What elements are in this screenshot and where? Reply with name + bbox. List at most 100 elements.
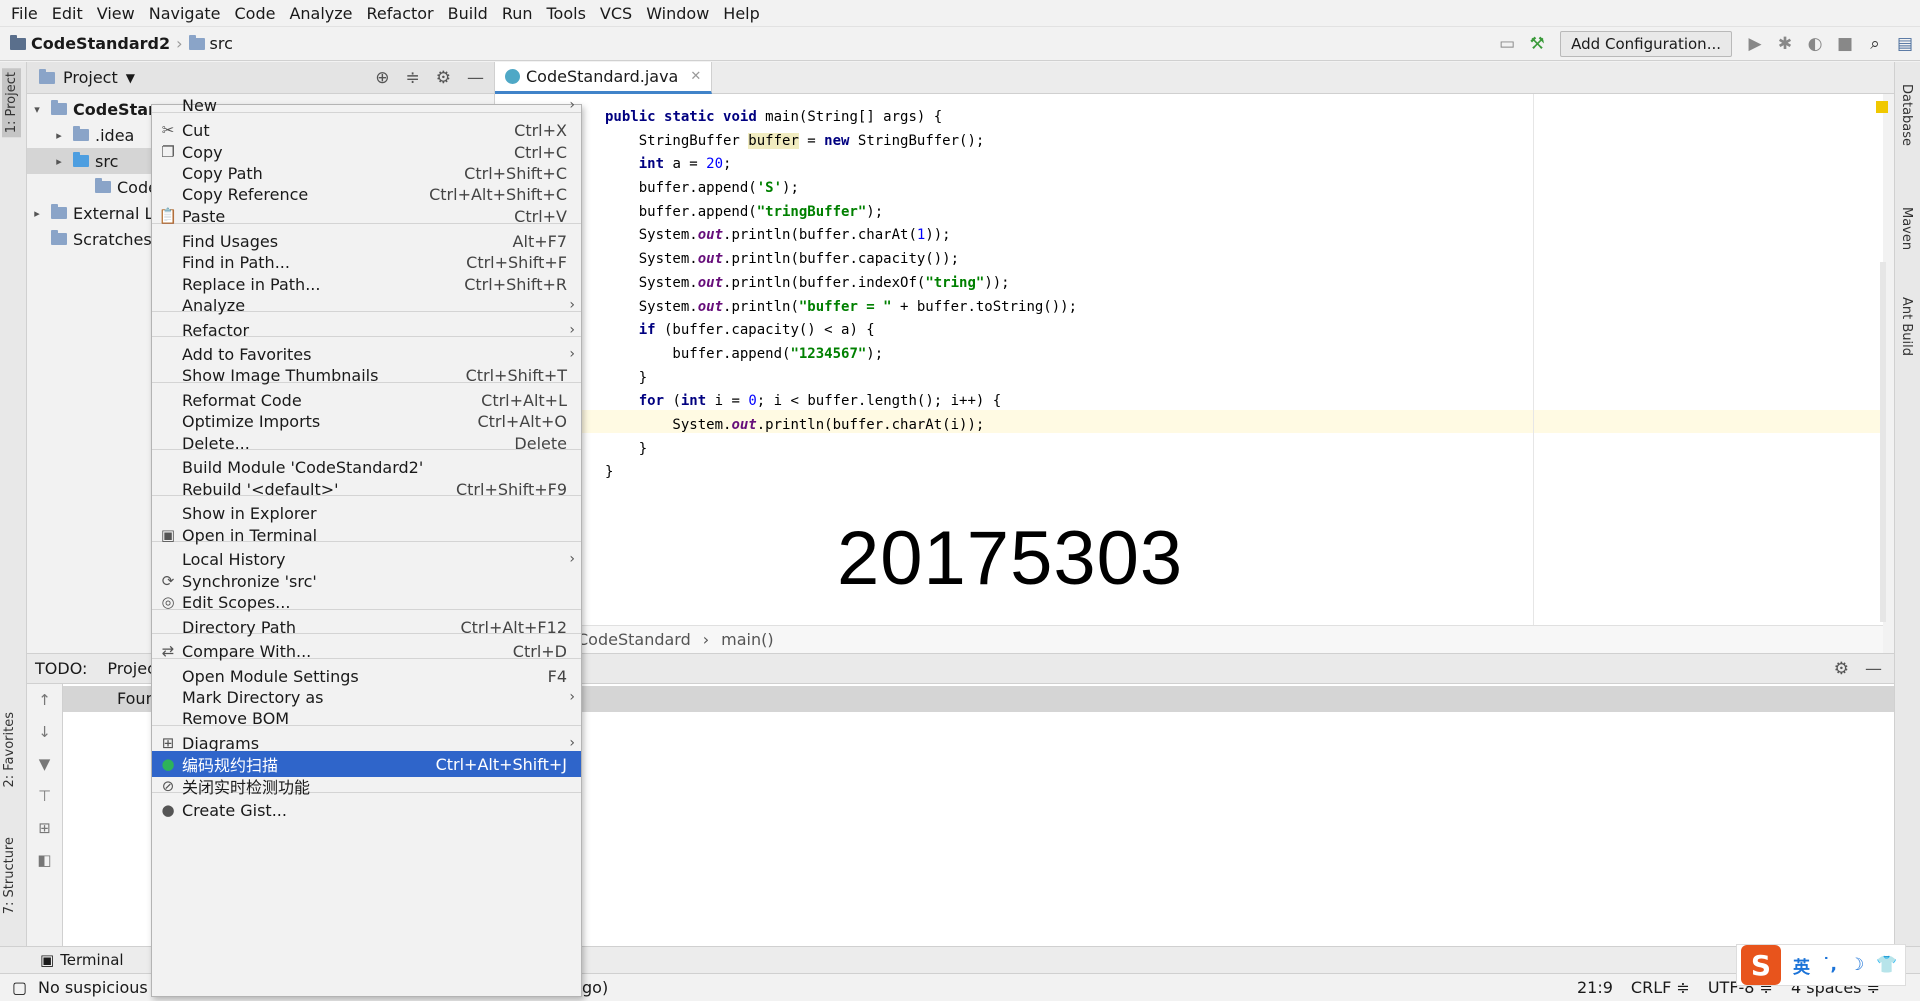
- context-menu-item[interactable]: Directory Path Ctrl+Alt+F12: [152, 614, 581, 640]
- minimize-icon[interactable]: —: [467, 68, 484, 88]
- code-line[interactable]: System.out.println(buffer.capacity());: [605, 248, 1077, 272]
- collapse-all-icon[interactable]: ≑: [406, 68, 420, 88]
- stop-icon[interactable]: ■: [1830, 29, 1860, 59]
- chevron-right-icon[interactable]: ▸: [29, 207, 45, 220]
- code-line[interactable]: StringBuffer buffer = new StringBuffer()…: [605, 130, 1077, 154]
- context-menu-item[interactable]: Delete... Delete: [152, 430, 581, 456]
- menu-build[interactable]: Build: [441, 0, 495, 27]
- menu-tools[interactable]: Tools: [540, 0, 593, 27]
- chevron-down-icon[interactable]: ▼: [126, 71, 135, 85]
- layout-icon[interactable]: ▭: [1492, 29, 1522, 59]
- tab-favorites-tool[interactable]: 2: Favorites: [2, 712, 17, 788]
- gear-icon[interactable]: ⚙: [1834, 659, 1849, 679]
- menu-run[interactable]: Run: [495, 0, 540, 27]
- search-icon[interactable]: ⌕: [1860, 29, 1890, 59]
- coverage-icon[interactable]: ◐: [1800, 29, 1830, 59]
- context-menu-item[interactable]: ◎ Edit Scopes...: [152, 589, 581, 615]
- menu-view[interactable]: View: [90, 0, 142, 27]
- shirt-icon[interactable]: 👕: [1876, 955, 1897, 975]
- code-content[interactable]: public static void main(String[] args) {…: [605, 106, 1077, 485]
- code-line[interactable]: public static void main(String[] args) {: [605, 106, 1077, 130]
- menu-refactor[interactable]: Refactor: [360, 0, 441, 27]
- breadcrumb-project[interactable]: CodeStandard2: [31, 34, 170, 53]
- sogou-logo-icon[interactable]: S: [1741, 945, 1781, 985]
- code-line[interactable]: System.out.println(buffer.charAt(1));: [605, 224, 1077, 248]
- tab-database-tool[interactable]: Database: [1899, 84, 1914, 146]
- line-separator[interactable]: CRLF ≑: [1631, 978, 1690, 997]
- project-structure-icon[interactable]: ▤: [1890, 29, 1920, 59]
- filter-icon[interactable]: ▼: [27, 748, 62, 780]
- inspection-status-icon[interactable]: [1876, 101, 1888, 113]
- tab-structure-tool[interactable]: 7: Structure: [2, 837, 17, 914]
- preview-icon[interactable]: ◧: [27, 844, 62, 876]
- code-line[interactable]: System.out.println(buffer.indexOf("tring…: [605, 272, 1077, 296]
- context-menu-item[interactable]: ● Create Gist...: [152, 797, 581, 823]
- moon-icon[interactable]: ☽: [1849, 955, 1864, 975]
- tab-project-tool[interactable]: 1: Project: [2, 68, 21, 138]
- tab-todo-project[interactable]: Projec: [87, 659, 155, 678]
- add-configuration-button[interactable]: Add Configuration...: [1560, 31, 1732, 57]
- context-menu-item[interactable]: Refactor ›: [152, 317, 581, 343]
- punctuation-icon[interactable]: ˙,: [1822, 955, 1837, 975]
- menu-item-icon: ●: [161, 801, 175, 819]
- caret-position[interactable]: 21:9: [1577, 978, 1613, 997]
- project-view-selector[interactable]: Project: [63, 68, 118, 87]
- menu-edit[interactable]: Edit: [45, 0, 90, 27]
- context-menu-item[interactable]: ⊘ 关闭实时检测功能: [152, 773, 581, 799]
- breadcrumb-src[interactable]: src: [210, 34, 233, 53]
- code-line[interactable]: }: [605, 367, 1077, 391]
- menu-item-icon: ⊘: [161, 777, 175, 795]
- context-menu-item[interactable]: ⇄ Compare With... Ctrl+D: [152, 638, 581, 664]
- context-menu-item[interactable]: ▣ Open in Terminal: [152, 522, 581, 548]
- menu-help[interactable]: Help: [716, 0, 766, 27]
- tab-maven-tool[interactable]: Maven: [1899, 207, 1914, 250]
- context-menu-item[interactable]: Rebuild '<default>' Ctrl+Shift+F9: [152, 476, 581, 502]
- context-menu-item[interactable]: Remove BOM: [152, 705, 581, 731]
- code-line[interactable]: int a = 20;: [605, 153, 1077, 177]
- ime-mode[interactable]: 英: [1793, 953, 1810, 978]
- locate-icon[interactable]: ⊕: [375, 68, 389, 88]
- code-line[interactable]: System.out.println("buffer = " + buffer.…: [605, 296, 1077, 320]
- code-line[interactable]: if (buffer.capacity() < a) {: [605, 319, 1077, 343]
- arrow-up-icon[interactable]: ↑: [27, 684, 62, 716]
- tab-ant-build-tool[interactable]: Ant Build: [1899, 297, 1914, 356]
- code-line[interactable]: buffer.append("1234567");: [605, 343, 1077, 367]
- chevron-down-icon[interactable]: ▾: [29, 103, 45, 116]
- chevron-right-icon[interactable]: ▸: [51, 129, 67, 142]
- breadcrumb-class[interactable]: CodeStandard: [577, 630, 691, 649]
- code-line[interactable]: buffer.append("tringBuffer");: [605, 201, 1077, 225]
- code-line[interactable]: for (int i = 0; i < buffer.length(); i++…: [605, 390, 1077, 414]
- status-square-icon[interactable]: ▢: [12, 978, 27, 997]
- menu-window[interactable]: Window: [639, 0, 716, 27]
- menu-file[interactable]: File: [4, 0, 45, 27]
- menu-analyze[interactable]: Analyze: [282, 0, 359, 27]
- menu-navigate[interactable]: Navigate: [142, 0, 228, 27]
- context-menu-item[interactable]: 📋 Paste Ctrl+V: [152, 203, 581, 229]
- menu-code[interactable]: Code: [228, 0, 283, 27]
- code-line[interactable]: System.out.println(buffer.charAt(i));: [605, 414, 1077, 438]
- menu-item-label: Show Image Thumbnails: [182, 365, 379, 385]
- editor-tab-codestandard[interactable]: CodeStandard.java ✕: [495, 62, 713, 94]
- pin-icon[interactable]: ⊤: [27, 780, 62, 812]
- editor-scrollbar[interactable]: [1880, 262, 1886, 622]
- chevron-right-icon[interactable]: ▸: [51, 155, 67, 168]
- code-editor[interactable]: public static void main(String[] args) {…: [495, 94, 1883, 625]
- context-menu-item[interactable]: Analyze ›: [152, 292, 581, 318]
- close-icon[interactable]: ✕: [690, 69, 701, 84]
- menu-item-shortcut: Ctrl+Shift+F: [466, 252, 567, 272]
- build-hammer-icon[interactable]: ⚒: [1522, 29, 1552, 59]
- tab-terminal[interactable]: ▣ Terminal: [0, 951, 124, 969]
- code-line[interactable]: buffer.append('S');: [605, 177, 1077, 201]
- arrow-down-icon[interactable]: ↓: [27, 716, 62, 748]
- breadcrumb-method[interactable]: main(): [721, 630, 773, 649]
- context-menu-item[interactable]: Show Image Thumbnails Ctrl+Shift+T: [152, 362, 581, 388]
- gear-icon[interactable]: ⚙: [436, 68, 451, 88]
- run-icon[interactable]: ▶: [1740, 29, 1770, 59]
- debug-icon[interactable]: ✱: [1770, 29, 1800, 59]
- group-by-icon[interactable]: ⊞: [27, 812, 62, 844]
- code-line[interactable]: }: [605, 438, 1077, 462]
- code-line[interactable]: }: [605, 461, 1077, 485]
- menu-vcs[interactable]: VCS: [593, 0, 639, 27]
- context-menu-item[interactable]: New ›: [152, 92, 581, 118]
- minimize-icon[interactable]: —: [1865, 659, 1882, 679]
